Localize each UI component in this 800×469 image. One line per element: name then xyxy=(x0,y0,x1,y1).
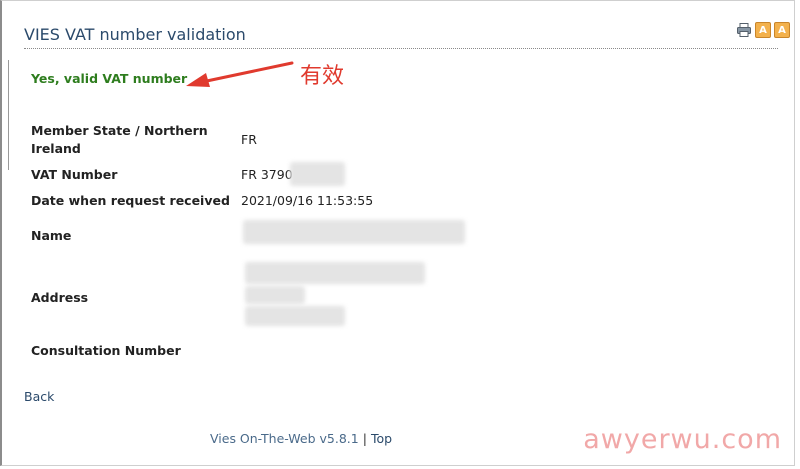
vat-number-label: VAT Number xyxy=(31,167,118,182)
redacted-name xyxy=(243,220,465,244)
top-link[interactable]: Top xyxy=(371,431,392,446)
font-increase-icon[interactable]: A xyxy=(774,22,790,38)
app-version: Vies On-The-Web v5.8.1 xyxy=(210,431,359,446)
redacted-address-line-1 xyxy=(245,262,425,284)
page-title: VIES VAT number validation xyxy=(24,25,246,44)
member-state-label: Member State / Northern Ireland xyxy=(31,123,208,156)
redacted-address-line-3 xyxy=(245,306,345,326)
vat-number-value: FR 3790 xyxy=(241,167,293,182)
date-received-label: Date when request received xyxy=(31,193,230,208)
title-divider xyxy=(24,48,778,49)
address-label: Address xyxy=(31,290,89,305)
member-state-value: FR xyxy=(241,132,257,147)
consultation-number-label: Consultation Number xyxy=(31,343,181,358)
footer-separator: | xyxy=(362,431,367,446)
redacted-address-line-2 xyxy=(245,286,305,304)
left-accent-bar xyxy=(8,60,9,170)
date-received-value: 2021/09/16 11:53:55 xyxy=(241,193,374,208)
annotation-arrow-icon xyxy=(186,61,294,87)
name-label: Name xyxy=(31,228,72,243)
printer-icon[interactable] xyxy=(736,22,752,38)
redacted-vat-digits xyxy=(290,162,345,186)
back-link[interactable]: Back xyxy=(24,389,54,404)
toolbar: A A xyxy=(736,22,790,38)
valid-vat-message: Yes, valid VAT number xyxy=(31,71,188,86)
footer: Vies On-The-Web v5.8.1 | Top xyxy=(210,431,392,446)
watermark: awyerwu.com xyxy=(583,424,782,455)
font-decrease-icon[interactable]: A xyxy=(755,22,771,38)
annotation-text: 有效 xyxy=(300,64,345,89)
